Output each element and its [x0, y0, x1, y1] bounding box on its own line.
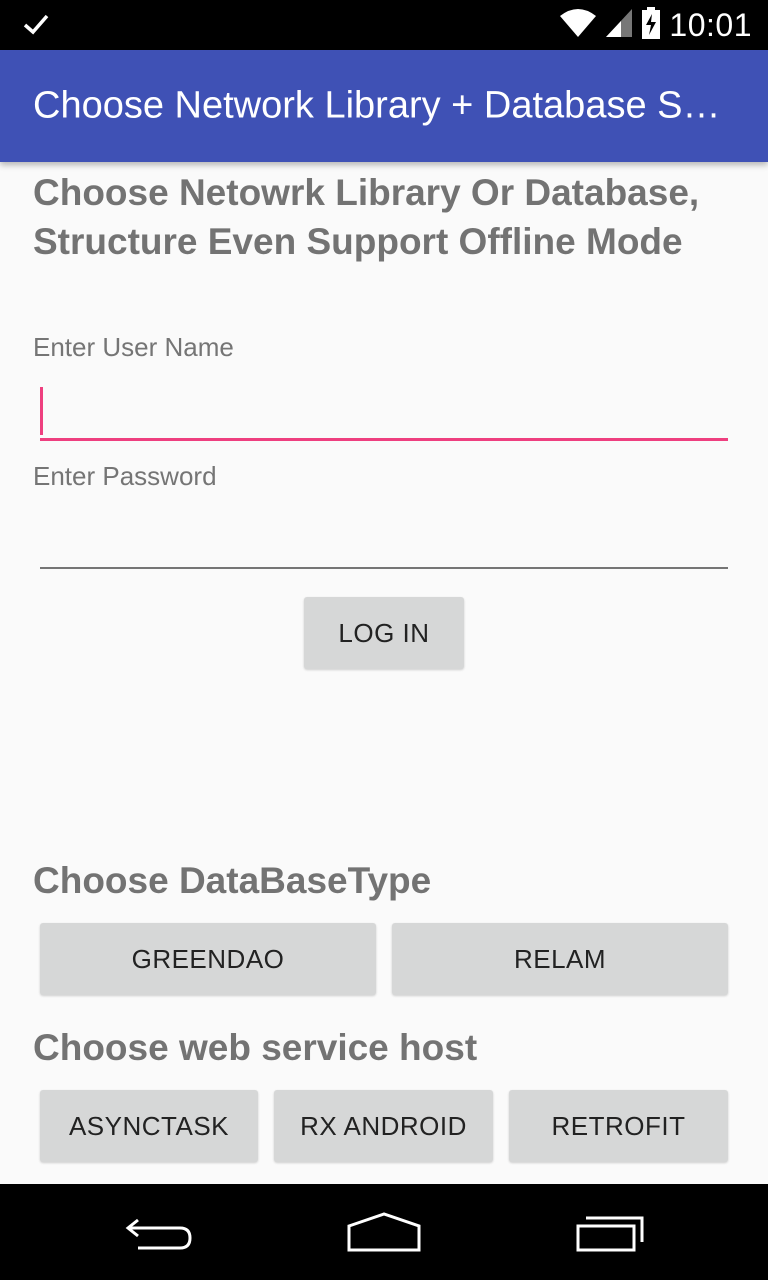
username-field[interactable] — [40, 381, 728, 441]
back-icon[interactable] — [124, 1214, 196, 1259]
webservice-section-title: Choose web service host — [33, 1027, 478, 1068]
app-title: Choose Network Library + Database Struct… — [33, 84, 728, 127]
login-button[interactable]: LOG IN — [304, 597, 464, 669]
password-underline — [40, 567, 728, 569]
signal-icon — [605, 8, 633, 43]
username-underline — [40, 438, 728, 441]
rx-android-button[interactable]: RX ANDROID — [274, 1090, 493, 1162]
database-section-title: Choose DataBaseType — [33, 860, 432, 901]
status-bar: 10:01 — [0, 0, 768, 50]
check-icon — [22, 10, 50, 43]
recents-icon[interactable] — [574, 1214, 646, 1259]
password-field[interactable] — [40, 509, 728, 569]
navigation-bar — [0, 1184, 768, 1280]
home-icon[interactable] — [346, 1212, 422, 1259]
greendao-button[interactable]: GREENDAO — [40, 923, 376, 995]
relam-button[interactable]: RELAM — [392, 923, 728, 995]
status-right: 10:01 — [559, 0, 752, 50]
clock: 10:01 — [669, 6, 752, 43]
username-label: Enter User Name — [33, 332, 234, 362]
wifi-icon — [559, 8, 597, 43]
retrofit-button[interactable]: RETROFIT — [509, 1090, 728, 1162]
battery-charging-icon — [641, 6, 661, 44]
page-title: Choose Netowrk Library Or Database, Stru… — [33, 172, 700, 262]
asynctask-button[interactable]: ASYNCTASK — [40, 1090, 258, 1162]
password-label: Enter Password — [33, 461, 217, 491]
text-cursor — [40, 387, 43, 435]
app-bar: Choose Network Library + Database Struct… — [0, 50, 768, 162]
